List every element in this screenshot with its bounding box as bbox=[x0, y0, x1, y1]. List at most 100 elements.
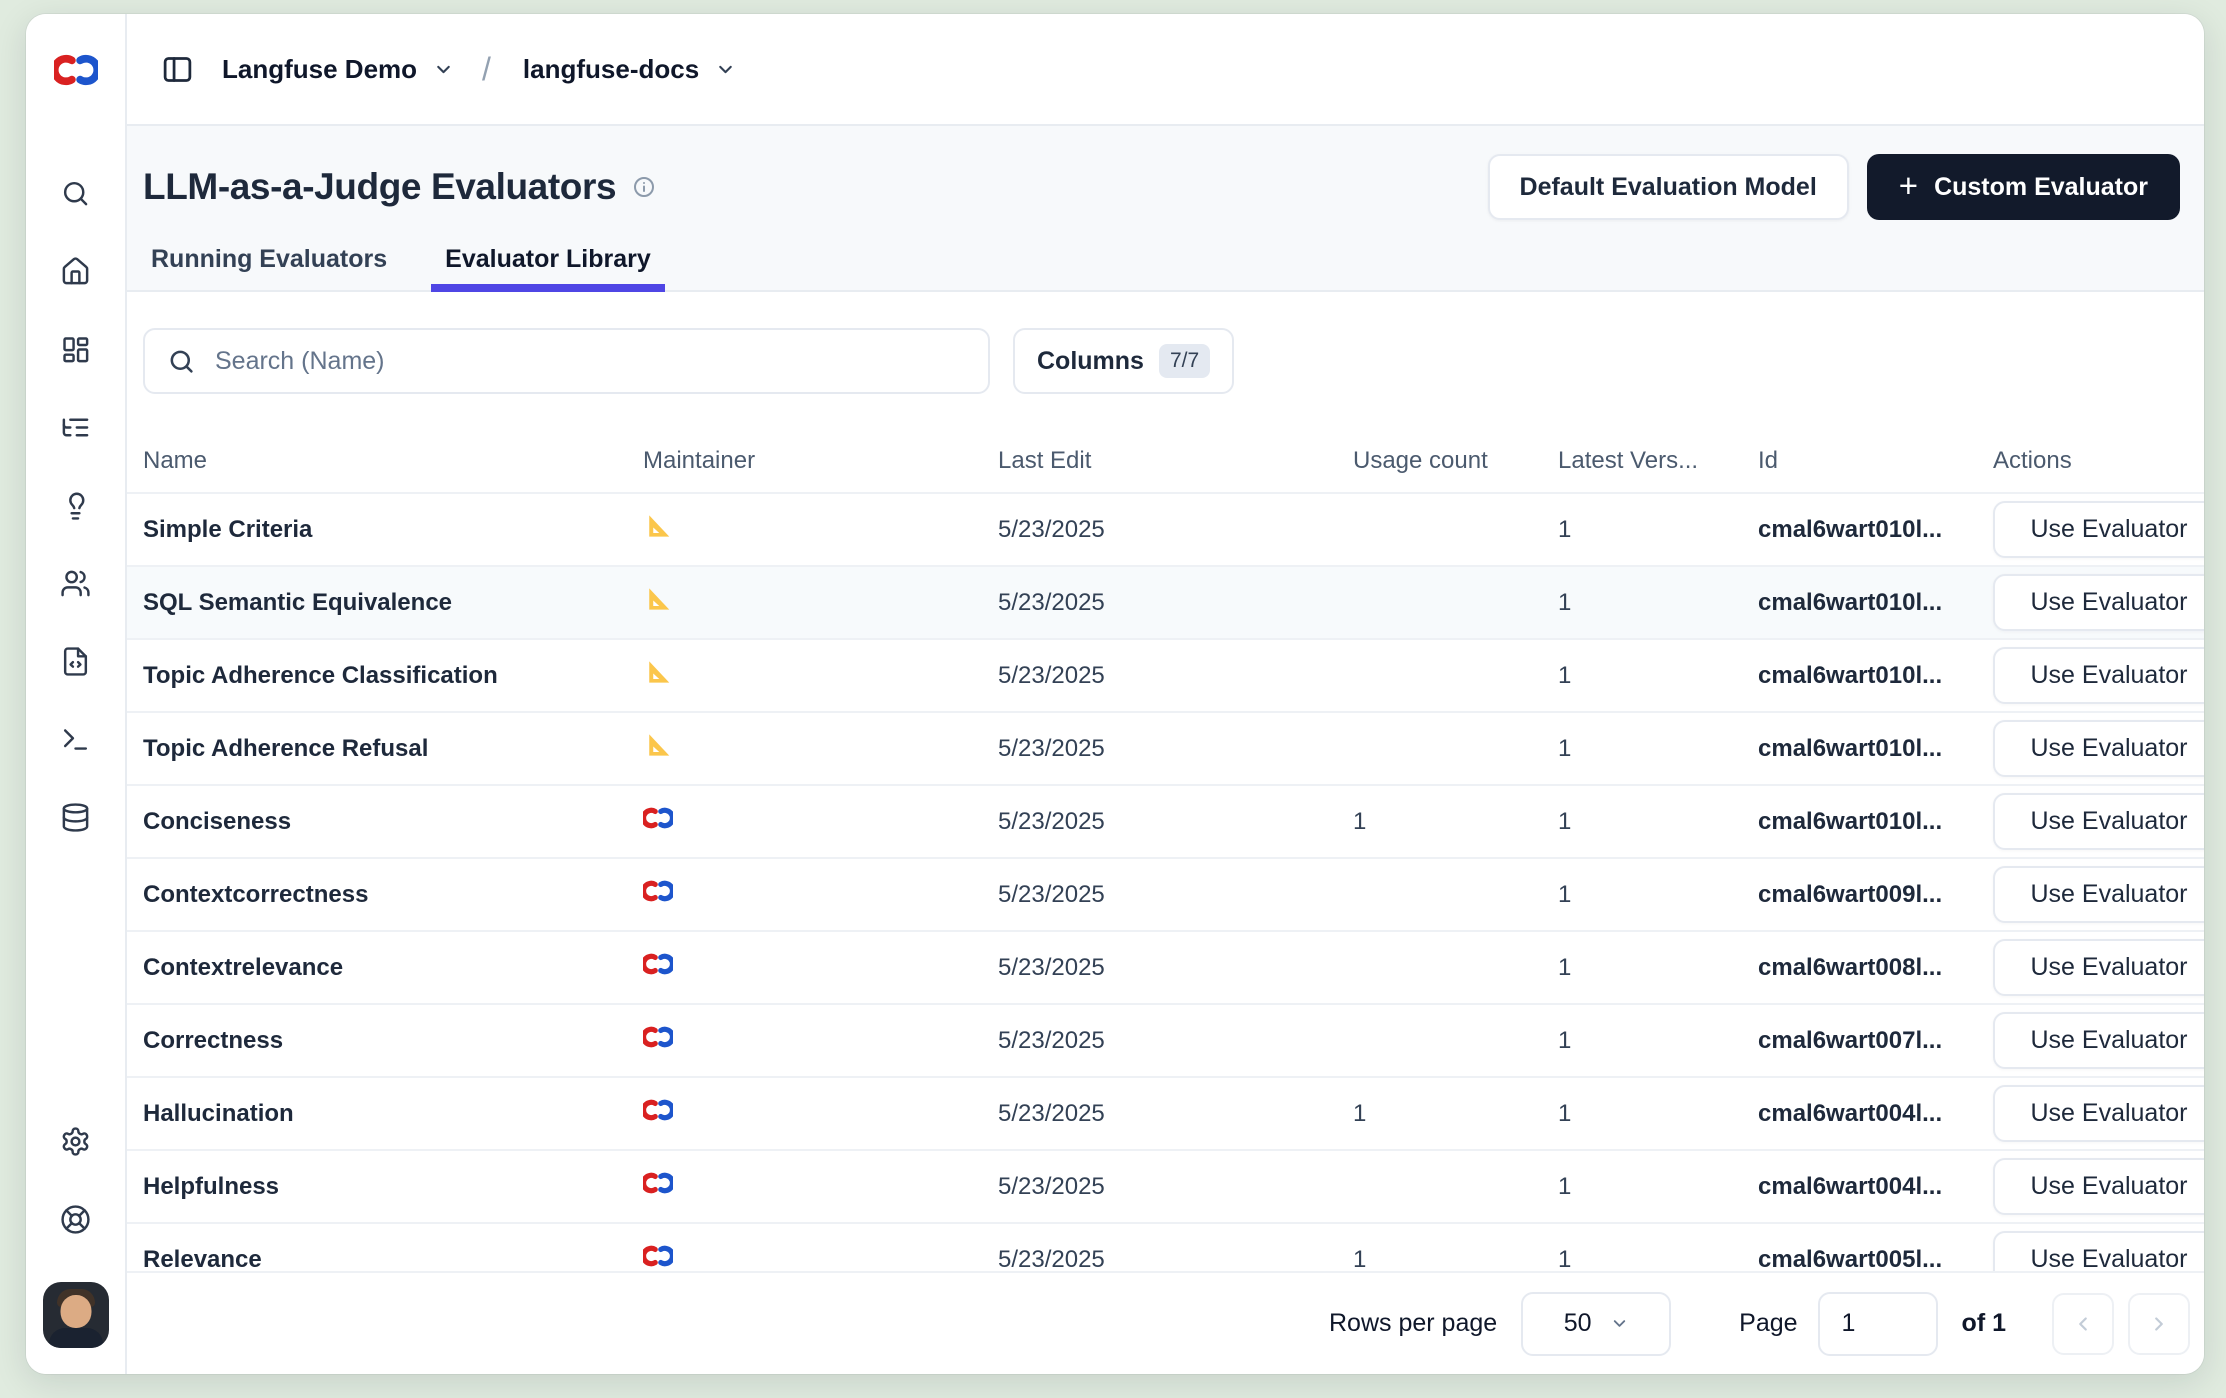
table-row[interactable]: Contextrelevance 5/23/2025 1 cmal6wart00… bbox=[127, 932, 2204, 1005]
table-row[interactable]: Hallucination 5/23/2025 1 1 cmal6wart004… bbox=[127, 1078, 2204, 1151]
table-row[interactable]: Correctness 5/23/2025 1 cmal6wart007l...… bbox=[127, 1005, 2204, 1078]
table-row[interactable]: Helpfulness 5/23/2025 1 cmal6wart004l...… bbox=[127, 1151, 2204, 1224]
lightbulb-icon bbox=[60, 490, 91, 521]
info-icon[interactable] bbox=[632, 175, 656, 199]
sidebar-item-search[interactable] bbox=[60, 178, 91, 209]
evaluator-id: cmal6wart010l... bbox=[1758, 735, 1993, 763]
list-tree-icon bbox=[60, 412, 91, 443]
sidebar-item-prompts[interactable] bbox=[60, 646, 91, 677]
column-header-usage-count[interactable]: Usage count bbox=[1353, 447, 1558, 475]
evaluator-id: cmal6wart008l... bbox=[1758, 954, 1993, 982]
use-evaluator-button[interactable]: Use Evaluator bbox=[1993, 1012, 2204, 1069]
breadcrumb-org[interactable]: Langfuse Demo bbox=[216, 53, 423, 86]
actions-cell: Use Evaluator bbox=[1993, 720, 2204, 777]
home-icon bbox=[60, 256, 91, 287]
maintainer-icon bbox=[643, 657, 998, 694]
main-column: Langfuse Demo / langfuse-docs LLM-as-a-J… bbox=[127, 14, 2204, 1374]
evaluator-id: cmal6wart009l... bbox=[1758, 881, 1993, 909]
use-evaluator-button[interactable]: Use Evaluator bbox=[1993, 793, 2204, 850]
sidebar-item-datasets[interactable] bbox=[60, 802, 91, 833]
sidebar-toggle-button[interactable] bbox=[161, 53, 194, 86]
sidebar-item-support[interactable] bbox=[60, 1204, 91, 1235]
table-body: Simple Criteria 5/23/2025 1 cmal6wart010… bbox=[127, 494, 2204, 1271]
pagination-footer: Rows per page 50 Page of 1 bbox=[127, 1271, 2204, 1374]
column-header-actions: Actions bbox=[1993, 447, 2204, 475]
columns-button[interactable]: Columns 7/7 bbox=[1013, 328, 1234, 394]
latest-version-value: 1 bbox=[1558, 1173, 1758, 1201]
langfuse-logo-icon[interactable] bbox=[26, 14, 125, 126]
use-evaluator-button[interactable]: Use Evaluator bbox=[1993, 1231, 2204, 1271]
sidebar-item-tracing[interactable] bbox=[60, 412, 91, 443]
sidebar-item-home[interactable] bbox=[60, 256, 91, 287]
chevron-right-icon bbox=[2148, 1313, 2170, 1335]
column-header-last-edit[interactable]: Last Edit bbox=[998, 447, 1353, 475]
use-evaluator-button[interactable]: Use Evaluator bbox=[1993, 939, 2204, 996]
last-edit-value: 5/23/2025 bbox=[998, 1100, 1353, 1128]
sidebar-item-settings[interactable] bbox=[60, 1126, 91, 1157]
sidebar-item-evaluation[interactable] bbox=[60, 490, 91, 521]
use-evaluator-button[interactable]: Use Evaluator bbox=[1993, 720, 2204, 777]
use-evaluator-button[interactable]: Use Evaluator bbox=[1993, 574, 2204, 631]
search-input[interactable] bbox=[213, 346, 966, 377]
plus-icon: + bbox=[1899, 169, 1918, 202]
column-header-maintainer[interactable]: Maintainer bbox=[643, 447, 998, 475]
latest-version-value: 1 bbox=[1558, 589, 1758, 617]
search-box[interactable] bbox=[143, 328, 990, 394]
actions-cell: Use Evaluator bbox=[1993, 574, 2204, 631]
use-evaluator-button[interactable]: Use Evaluator bbox=[1993, 866, 2204, 923]
evaluator-name: Helpfulness bbox=[143, 1173, 643, 1201]
use-evaluator-button[interactable]: Use Evaluator bbox=[1993, 1085, 2204, 1142]
tab-evaluator-library[interactable]: Evaluator Library bbox=[439, 244, 657, 290]
previous-page-button[interactable] bbox=[2052, 1293, 2114, 1355]
column-header-name[interactable]: Name bbox=[143, 447, 643, 475]
default-evaluation-model-button[interactable]: Default Evaluation Model bbox=[1488, 154, 1849, 220]
evaluator-name: SQL Semantic Equivalence bbox=[143, 589, 643, 617]
maintainer-icon bbox=[643, 730, 998, 767]
column-header-id[interactable]: Id bbox=[1758, 447, 1993, 475]
table-row[interactable]: Topic Adherence Classification 5/23/2025… bbox=[127, 640, 2204, 713]
user-avatar-photo[interactable] bbox=[43, 1282, 109, 1348]
table-row[interactable]: SQL Semantic Equivalence 5/23/2025 1 cma… bbox=[127, 567, 2204, 640]
evaluator-name: Hallucination bbox=[143, 1100, 643, 1128]
next-page-button[interactable] bbox=[2128, 1293, 2190, 1355]
tab-running-evaluators[interactable]: Running Evaluators bbox=[145, 244, 393, 290]
breadcrumb-separator: / bbox=[482, 51, 491, 88]
chevron-down-icon[interactable] bbox=[715, 59, 736, 80]
use-evaluator-button[interactable]: Use Evaluator bbox=[1993, 1158, 2204, 1215]
sidebar-item-dashboard[interactable] bbox=[60, 334, 91, 365]
avatar-face bbox=[60, 1295, 91, 1328]
breadcrumb-project[interactable]: langfuse-docs bbox=[517, 53, 705, 86]
usage-count-value: 1 bbox=[1353, 1100, 1558, 1128]
evaluator-name: Relevance bbox=[143, 1246, 643, 1272]
latest-version-value: 1 bbox=[1558, 1027, 1758, 1055]
use-evaluator-button[interactable]: Use Evaluator bbox=[1993, 647, 2204, 704]
chevron-down-icon[interactable] bbox=[433, 59, 454, 80]
custom-evaluator-button[interactable]: + Custom Evaluator bbox=[1867, 154, 2180, 220]
langfuse-logo-icon bbox=[643, 1022, 673, 1052]
page-number-input[interactable] bbox=[1818, 1292, 1938, 1356]
evaluator-name: Contextrelevance bbox=[143, 954, 643, 982]
evaluator-id: cmal6wart005l... bbox=[1758, 1246, 1993, 1272]
rows-per-page-label: Rows per page bbox=[1329, 1309, 1497, 1338]
usage-count-value: 1 bbox=[1353, 808, 1558, 836]
column-header-latest-version[interactable]: Latest Vers... bbox=[1558, 447, 1758, 475]
rows-per-page-select[interactable]: 50 bbox=[1521, 1292, 1671, 1356]
table-row[interactable]: Topic Adherence Refusal 5/23/2025 1 cmal… bbox=[127, 713, 2204, 786]
ragas-triangle-icon bbox=[643, 584, 673, 614]
tab-bar: Running Evaluators Evaluator Library bbox=[143, 244, 2180, 290]
sidebar-item-playground[interactable] bbox=[60, 724, 91, 755]
dashboard-grid-icon bbox=[60, 334, 91, 365]
ragas-triangle-icon bbox=[643, 657, 673, 687]
table-row[interactable]: Relevance 5/23/2025 1 1 cmal6wart005l...… bbox=[127, 1224, 2204, 1271]
use-evaluator-button[interactable]: Use Evaluator bbox=[1993, 501, 2204, 558]
page-header: LLM-as-a-Judge Evaluators Default Evalua… bbox=[127, 126, 2204, 292]
columns-count-badge: 7/7 bbox=[1159, 344, 1210, 378]
table-row[interactable]: Simple Criteria 5/23/2025 1 cmal6wart010… bbox=[127, 494, 2204, 567]
maintainer-icon bbox=[643, 1168, 998, 1205]
latest-version-value: 1 bbox=[1558, 1100, 1758, 1128]
columns-label: Columns bbox=[1037, 347, 1144, 376]
table-row[interactable]: Contextcorrectness 5/23/2025 1 cmal6wart… bbox=[127, 859, 2204, 932]
sidebar-item-users[interactable] bbox=[60, 568, 91, 599]
last-edit-value: 5/23/2025 bbox=[998, 1027, 1353, 1055]
table-row[interactable]: Conciseness 5/23/2025 1 1 cmal6wart010l.… bbox=[127, 786, 2204, 859]
